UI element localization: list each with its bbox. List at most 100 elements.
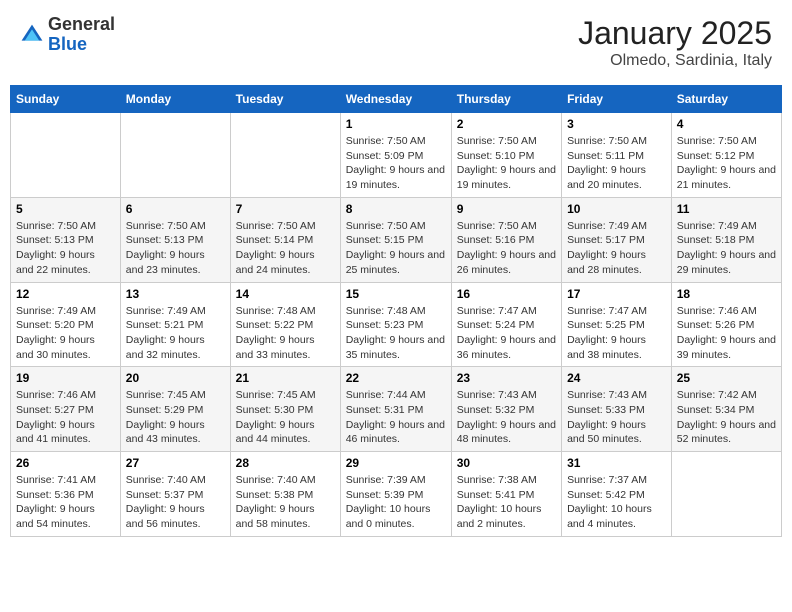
title-block: January 2025 Olmedo, Sardinia, Italy <box>578 15 772 70</box>
col-tuesday: Tuesday <box>230 86 340 113</box>
day-info: Sunrise: 7:48 AM Sunset: 5:23 PM Dayligh… <box>346 304 446 363</box>
calendar-cell <box>11 113 121 198</box>
calendar-cell: 2Sunrise: 7:50 AM Sunset: 5:10 PM Daylig… <box>451 113 561 198</box>
day-number: 27 <box>126 456 225 470</box>
week-row-2: 5 Sunrise: 7:50 AM Sunset: 5:13 PM Daylig… <box>11 197 782 282</box>
day-number: 5 <box>16 202 115 216</box>
day-number: 10 <box>567 202 666 216</box>
week-row-5: 26Sunrise: 7:41 AM Sunset: 5:36 PM Dayli… <box>11 452 782 537</box>
day-number: 21 <box>236 371 335 385</box>
day-number: 6 <box>126 202 225 216</box>
calendar-cell: 26Sunrise: 7:41 AM Sunset: 5:36 PM Dayli… <box>11 452 121 537</box>
day-number: 16 <box>457 287 556 301</box>
day-info: Sunrise: 7:43 AM Sunset: 5:33 PM Dayligh… <box>567 388 666 447</box>
day-number: 23 <box>457 371 556 385</box>
day-info: Sunrise: 7:44 AM Sunset: 5:31 PM Dayligh… <box>346 388 446 447</box>
day-info: Sunrise: 7:43 AM Sunset: 5:32 PM Dayligh… <box>457 388 556 447</box>
day-info: Sunrise: 7:37 AM Sunset: 5:42 PM Dayligh… <box>567 473 666 532</box>
day-info: Sunrise: 7:50 AM Sunset: 5:12 PM Dayligh… <box>677 134 776 193</box>
calendar-cell: 31Sunrise: 7:37 AM Sunset: 5:42 PM Dayli… <box>562 452 672 537</box>
calendar-cell: 21 Sunrise: 7:45 AM Sunset: 5:30 PM Dayli… <box>230 367 340 452</box>
day-number: 12 <box>16 287 115 301</box>
day-number: 15 <box>346 287 446 301</box>
calendar-header-row: Sunday Monday Tuesday Wednesday Thursday… <box>11 86 782 113</box>
day-number: 1 <box>346 117 446 131</box>
day-info: Sunrise: 7:50 AM Sunset: 5:16 PM Dayligh… <box>457 219 556 278</box>
calendar-cell <box>671 452 781 537</box>
calendar-cell: 8 Sunrise: 7:50 AM Sunset: 5:15 PM Daylig… <box>340 197 451 282</box>
day-number: 2 <box>457 117 556 131</box>
day-info: Sunrise: 7:49 AM Sunset: 5:17 PM Dayligh… <box>567 219 666 278</box>
week-row-3: 12 Sunrise: 7:49 AM Sunset: 5:20 PM Dayli… <box>11 282 782 367</box>
day-info: Sunrise: 7:50 AM Sunset: 5:11 PM Dayligh… <box>567 134 666 193</box>
calendar-cell: 7Sunrise: 7:50 AM Sunset: 5:14 PM Daylig… <box>230 197 340 282</box>
calendar-cell: 5 Sunrise: 7:50 AM Sunset: 5:13 PM Daylig… <box>11 197 121 282</box>
day-number: 20 <box>126 371 225 385</box>
day-number: 26 <box>16 456 115 470</box>
day-number: 29 <box>346 456 446 470</box>
day-info: Sunrise: 7:39 AM Sunset: 5:39 PM Dayligh… <box>346 473 446 532</box>
calendar-cell: 22 Sunrise: 7:44 AM Sunset: 5:31 PM Dayli… <box>340 367 451 452</box>
logo-text: General Blue <box>48 15 115 55</box>
day-info: Sunrise: 7:50 AM Sunset: 5:14 PM Dayligh… <box>236 219 335 278</box>
calendar-cell: 28Sunrise: 7:40 AM Sunset: 5:38 PM Dayli… <box>230 452 340 537</box>
calendar-cell <box>230 113 340 198</box>
calendar-cell: 16 Sunrise: 7:47 AM Sunset: 5:24 PM Dayli… <box>451 282 561 367</box>
location: Olmedo, Sardinia, Italy <box>578 52 772 70</box>
day-info: Sunrise: 7:46 AM Sunset: 5:27 PM Dayligh… <box>16 388 115 447</box>
logo-blue: Blue <box>48 34 87 54</box>
week-row-4: 19 Sunrise: 7:46 AM Sunset: 5:27 PM Dayli… <box>11 367 782 452</box>
day-info: Sunrise: 7:47 AM Sunset: 5:25 PM Dayligh… <box>567 304 666 363</box>
day-number: 19 <box>16 371 115 385</box>
calendar-cell: 6 Sunrise: 7:50 AM Sunset: 5:13 PM Daylig… <box>120 197 230 282</box>
day-number: 3 <box>567 117 666 131</box>
calendar-cell: 20Sunrise: 7:45 AM Sunset: 5:29 PM Dayli… <box>120 367 230 452</box>
day-info: Sunrise: 7:38 AM Sunset: 5:41 PM Dayligh… <box>457 473 556 532</box>
calendar-cell: 19 Sunrise: 7:46 AM Sunset: 5:27 PM Dayli… <box>11 367 121 452</box>
calendar-cell: 14 Sunrise: 7:48 AM Sunset: 5:22 PM Dayli… <box>230 282 340 367</box>
logo-icon <box>20 23 44 47</box>
calendar-cell: 18Sunrise: 7:46 AM Sunset: 5:26 PM Dayli… <box>671 282 781 367</box>
week-row-1: 1Sunrise: 7:50 AM Sunset: 5:09 PM Daylig… <box>11 113 782 198</box>
day-info: Sunrise: 7:47 AM Sunset: 5:24 PM Dayligh… <box>457 304 556 363</box>
day-info: Sunrise: 7:49 AM Sunset: 5:18 PM Dayligh… <box>677 219 776 278</box>
calendar-cell: 9 Sunrise: 7:50 AM Sunset: 5:16 PM Daylig… <box>451 197 561 282</box>
day-number: 28 <box>236 456 335 470</box>
col-monday: Monday <box>120 86 230 113</box>
day-number: 11 <box>677 202 776 216</box>
day-number: 30 <box>457 456 556 470</box>
day-info: Sunrise: 7:45 AM Sunset: 5:30 PM Dayligh… <box>236 388 335 447</box>
calendar-cell: 10 Sunrise: 7:49 AM Sunset: 5:17 PM Dayli… <box>562 197 672 282</box>
day-info: Sunrise: 7:49 AM Sunset: 5:20 PM Dayligh… <box>16 304 115 363</box>
day-number: 25 <box>677 371 776 385</box>
logo: General Blue <box>20 15 115 55</box>
day-info: Sunrise: 7:50 AM Sunset: 5:15 PM Dayligh… <box>346 219 446 278</box>
day-info: Sunrise: 7:50 AM Sunset: 5:13 PM Dayligh… <box>16 219 115 278</box>
day-number: 18 <box>677 287 776 301</box>
day-number: 17 <box>567 287 666 301</box>
day-info: Sunrise: 7:40 AM Sunset: 5:37 PM Dayligh… <box>126 473 225 532</box>
day-info: Sunrise: 7:48 AM Sunset: 5:22 PM Dayligh… <box>236 304 335 363</box>
calendar-cell: 3 Sunrise: 7:50 AM Sunset: 5:11 PM Daylig… <box>562 113 672 198</box>
month-title: January 2025 <box>578 15 772 52</box>
day-info: Sunrise: 7:42 AM Sunset: 5:34 PM Dayligh… <box>677 388 776 447</box>
calendar-cell: 11 Sunrise: 7:49 AM Sunset: 5:18 PM Dayli… <box>671 197 781 282</box>
calendar-cell: 27 Sunrise: 7:40 AM Sunset: 5:37 PM Dayli… <box>120 452 230 537</box>
logo-general: General <box>48 14 115 34</box>
day-number: 14 <box>236 287 335 301</box>
calendar-cell: 23 Sunrise: 7:43 AM Sunset: 5:32 PM Dayli… <box>451 367 561 452</box>
day-number: 9 <box>457 202 556 216</box>
day-number: 22 <box>346 371 446 385</box>
calendar-cell: 4Sunrise: 7:50 AM Sunset: 5:12 PM Daylig… <box>671 113 781 198</box>
day-number: 8 <box>346 202 446 216</box>
calendar-cell: 17 Sunrise: 7:47 AM Sunset: 5:25 PM Dayli… <box>562 282 672 367</box>
page-header: General Blue January 2025 Olmedo, Sardin… <box>10 10 782 75</box>
col-sunday: Sunday <box>11 86 121 113</box>
calendar-cell: 13Sunrise: 7:49 AM Sunset: 5:21 PM Dayli… <box>120 282 230 367</box>
day-info: Sunrise: 7:50 AM Sunset: 5:13 PM Dayligh… <box>126 219 225 278</box>
day-number: 13 <box>126 287 225 301</box>
calendar-cell: 25 Sunrise: 7:42 AM Sunset: 5:34 PM Dayli… <box>671 367 781 452</box>
calendar-table: Sunday Monday Tuesday Wednesday Thursday… <box>10 85 782 537</box>
col-friday: Friday <box>562 86 672 113</box>
col-wednesday: Wednesday <box>340 86 451 113</box>
